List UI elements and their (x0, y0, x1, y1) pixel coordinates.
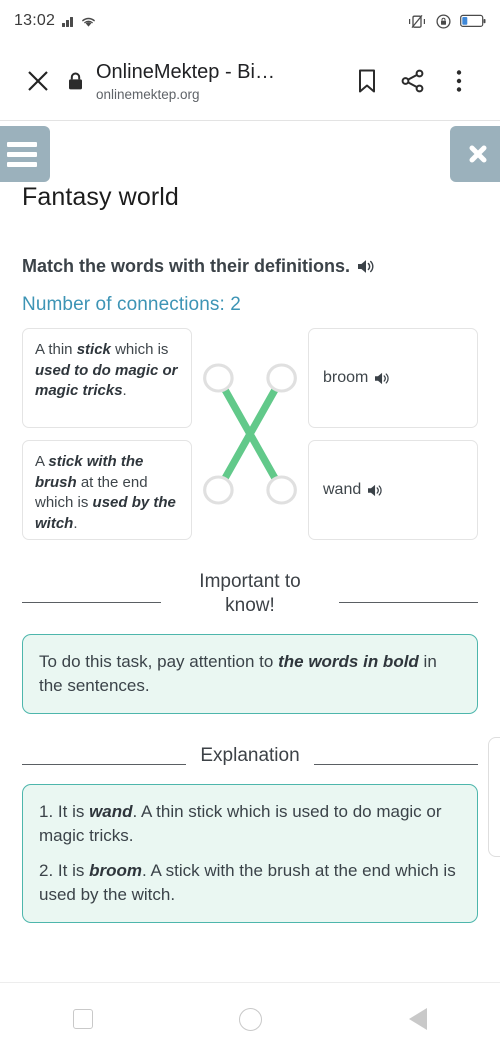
close-icon (469, 145, 487, 163)
task-instruction: Match the words with their definitions. (22, 256, 478, 277)
task-instruction-text: Match the words with their definitions. (22, 256, 351, 276)
page-title-text: OnlineMektep - Bi… (96, 60, 275, 83)
overflow-menu-icon (456, 70, 462, 92)
triangle-back-icon[interactable] (408, 1008, 427, 1030)
offscreen-carousel-card[interactable] (488, 737, 500, 857)
connection-lines (203, 363, 297, 505)
bookmark-icon (359, 69, 375, 93)
phone-screen: 13:02 OnlineMektep - Bi… onlinemektep.or… (0, 0, 500, 1055)
speaker-icon[interactable] (374, 371, 391, 386)
important-box: To do this task, pay attention to the wo… (22, 633, 478, 714)
connection-node-left-2[interactable] (203, 475, 234, 505)
explanation-heading: Explanation (200, 744, 300, 766)
word-label: broom (323, 368, 369, 386)
definition-text: A stick with the brush at the end which … (35, 453, 176, 533)
definitions-column: A thin stick which is used to do magic o… (22, 328, 192, 540)
important-heading: Important to know! (199, 571, 301, 616)
matching-board: A thin stick which is used to do magic o… (22, 328, 478, 540)
connection-area[interactable] (192, 328, 308, 540)
browser-menu-button[interactable] (436, 68, 482, 94)
speaker-icon[interactable] (357, 258, 376, 275)
definition-text: A thin stick which is used to do magic o… (35, 341, 178, 400)
divider-line-right (313, 764, 479, 766)
connection-node-right-1[interactable] (266, 363, 297, 393)
status-bar-left: 13:02 (14, 12, 97, 30)
explanation-item: 1. It is wand. A thin stick which is use… (39, 801, 442, 845)
share-icon (401, 69, 424, 93)
lesson-menu-button[interactable] (0, 126, 50, 182)
definition-card[interactable]: A stick with the brush at the end which … (22, 440, 192, 540)
explanation-box: 1. It is wand. A thin stick which is use… (22, 783, 478, 923)
wifi-icon (81, 17, 95, 27)
lesson-content: Fantasy world Match the words with their… (0, 121, 500, 923)
square-recents-icon[interactable] (73, 1009, 94, 1029)
lesson-title: Fantasy world (22, 183, 179, 211)
word-card[interactable]: wand (308, 440, 478, 540)
status-bar-right (407, 13, 486, 29)
share-button[interactable] (390, 68, 436, 94)
lock-icon (68, 72, 82, 90)
close-icon (28, 71, 48, 91)
status-bar: 13:02 (0, 0, 500, 42)
divider-line-left (22, 764, 187, 766)
vibrate-mode-icon (408, 14, 425, 28)
browser-toolbar: OnlineMektep - Bi… onlinemektep.org (0, 42, 500, 120)
lesson-page: Fantasy world Match the words with their… (0, 121, 500, 923)
rotation-lock-icon (436, 13, 451, 29)
explanation-item: 2. It is broom. A stick with the brush a… (39, 860, 456, 904)
connection-node-left-1[interactable] (203, 363, 234, 393)
close-tab-button[interactable] (18, 68, 58, 94)
explanation-divider: Explanation (22, 744, 479, 768)
address-bar[interactable]: OnlineMektep - Bi… onlinemektep.org (92, 61, 344, 102)
page-url-text: onlinemektep.org (96, 86, 200, 102)
lesson-close-button[interactable] (450, 126, 500, 182)
words-column: broom wand (308, 328, 478, 540)
important-divider: Important to know! (22, 570, 478, 618)
signal-bars-icon (62, 15, 73, 27)
status-time: 13:02 (14, 12, 56, 29)
connection-node-right-2[interactable] (266, 475, 297, 505)
definition-card[interactable]: A thin stick which is used to do magic o… (22, 328, 192, 428)
divider-line-left (22, 602, 161, 604)
circle-home-icon[interactable] (239, 1007, 263, 1031)
important-text: To do this task, pay attention to the wo… (39, 651, 437, 695)
divider-line-right (339, 602, 478, 604)
hamburger-icon (7, 141, 37, 167)
connections-counter: Number of connections: 2 (22, 294, 241, 315)
word-label: wand (323, 480, 362, 498)
bookmark-button[interactable] (344, 68, 390, 94)
word-card[interactable]: broom (308, 328, 478, 428)
battery-icon (460, 14, 486, 27)
site-security-indicator[interactable] (58, 71, 92, 91)
speaker-icon[interactable] (367, 483, 384, 498)
android-nav-bar (0, 982, 500, 1055)
